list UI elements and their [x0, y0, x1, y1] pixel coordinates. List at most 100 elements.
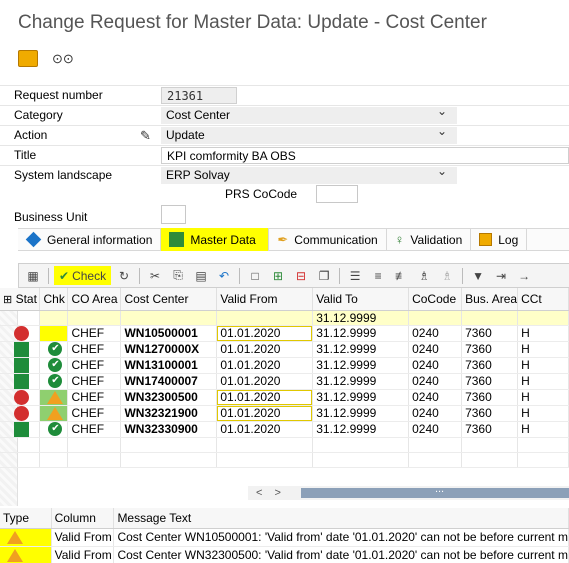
bus-area-cell[interactable]: 7360: [461, 341, 519, 358]
find-next-icon[interactable]: ♗: [437, 266, 457, 285]
find-icon[interactable]: ♗: [414, 266, 434, 285]
column-header-cocode[interactable]: CoCode: [408, 288, 463, 311]
valid-to-cell[interactable]: 31.12.9999: [312, 389, 410, 406]
message-row[interactable]: Valid From Cost Center WN10500001: 'Valid…: [0, 528, 569, 547]
msg-header-column[interactable]: Column: [51, 508, 115, 529]
table-row[interactable]: ✔ CHEF WN1270000X 01.01.2020 31.12.9999 0240 7…: [0, 341, 569, 358]
bus-area-cell[interactable]: 7360: [461, 357, 519, 374]
valid-from-cell[interactable]: 01.01.2020: [216, 389, 314, 406]
check-button[interactable]: ✔ Check: [54, 266, 112, 285]
column-header-valid-to[interactable]: Valid To: [312, 288, 410, 311]
column-header-bus-area[interactable]: Bus. Area: [461, 288, 519, 311]
msg-header-type[interactable]: Type: [0, 508, 52, 529]
table-row[interactable]: CHEF WN10500001 01.01.2020 31.12.9999 0240 73…: [0, 325, 569, 342]
insert-row-icon[interactable]: □: [245, 266, 265, 285]
tab-communication[interactable]: ✒ Communication: [269, 228, 387, 251]
column-header-co-area[interactable]: CO Area: [67, 288, 122, 311]
prs-cocode-field[interactable]: [316, 185, 358, 203]
delete-row-icon[interactable]: ⊟: [291, 266, 311, 285]
paste-icon[interactable]: ▤: [191, 266, 211, 285]
title-field[interactable]: KPI comformity BA OBS: [161, 147, 569, 164]
pencil-icon[interactable]: ✎: [140, 128, 151, 144]
business-unit-field[interactable]: [161, 205, 186, 224]
valid-from-cell[interactable]: 01.01.2020: [216, 341, 314, 358]
bus-area-cell[interactable]: 7360: [461, 373, 519, 390]
table-row[interactable]: CHEF WN32300500 01.01.2020 31.12.9999 0240 73…: [0, 389, 569, 406]
valid-from-cell[interactable]: 01.01.2020: [216, 325, 314, 342]
valid-to-cell[interactable]: 31.12.9999: [312, 421, 410, 438]
cost-center-cell[interactable]: WN32300500: [120, 389, 218, 406]
valid-from-cell[interactable]: 01.01.2020: [216, 357, 314, 374]
export-icon[interactable]: ⇥: [491, 266, 511, 285]
cct-cell[interactable]: H: [517, 389, 569, 406]
co-area-cell[interactable]: CHEF: [67, 373, 122, 390]
cocode-cell[interactable]: 0240: [408, 421, 463, 438]
column-header-cct[interactable]: CCt: [517, 288, 569, 311]
valid-from-cell[interactable]: 01.01.2020: [216, 421, 314, 438]
select-all-icon[interactable]: ⊞: [3, 294, 12, 306]
column-header-chk[interactable]: Chk: [39, 288, 69, 311]
tab-log[interactable]: Log: [471, 228, 528, 251]
append-row-icon[interactable]: ⊞: [268, 266, 288, 285]
cct-cell[interactable]: H: [517, 357, 569, 374]
valid-to-cell[interactable]: 31.12.9999: [312, 357, 410, 374]
table-row[interactable]: ✔ CHEF WN32330900 01.01.2020 31.12.9999 0240 7…: [0, 421, 569, 438]
tab-general-information[interactable]: General information: [18, 228, 162, 251]
co-area-cell[interactable]: CHEF: [67, 357, 122, 374]
scroll-right-icon[interactable]: >: [274, 487, 280, 499]
system-landscape-dropdown[interactable]: ERP Solvay: [161, 164, 457, 184]
co-area-cell[interactable]: CHEF: [67, 389, 122, 406]
table-row[interactable]: ✔ CHEF WN17400007 01.01.2020 31.12.9999 0240 7…: [0, 373, 569, 390]
cut-icon[interactable]: ✂: [145, 266, 165, 285]
co-area-cell[interactable]: CHEF: [67, 421, 122, 438]
co-area-cell[interactable]: CHEF: [67, 405, 122, 422]
horizontal-scrollbar[interactable]: < > ...: [248, 483, 569, 500]
table-row[interactable]: CHEF WN32321900 01.01.2020 31.12.9999 0240 73…: [0, 405, 569, 422]
cost-center-cell[interactable]: WN32321900: [120, 405, 218, 422]
bus-area-cell[interactable]: 7360: [461, 389, 519, 406]
valid-to-cell[interactable]: 31.12.9999: [312, 341, 410, 358]
bus-area-cell[interactable]: 7360: [461, 405, 519, 422]
cost-center-cell[interactable]: WN32330900: [120, 421, 218, 438]
cost-center-cell[interactable]: WN17400007: [120, 373, 218, 390]
co-area-cell[interactable]: CHEF: [67, 325, 122, 342]
co-area-cell[interactable]: CHEF: [67, 341, 122, 358]
valid-to-cell[interactable]: 31.12.9999: [312, 373, 410, 390]
valid-to-default-cell[interactable]: 31.12.9999: [312, 310, 410, 326]
msg-header-text[interactable]: Message Text: [113, 508, 569, 529]
filter-icon[interactable]: ▼: [468, 266, 488, 285]
orange-box-icon[interactable]: [18, 50, 38, 67]
cct-cell[interactable]: H: [517, 341, 569, 358]
cct-cell[interactable]: H: [517, 325, 569, 342]
valid-to-cell[interactable]: 31.12.9999: [312, 405, 410, 422]
more-icon[interactable]: →: [514, 266, 534, 285]
bus-area-cell[interactable]: 7360: [461, 421, 519, 438]
valid-to-cell[interactable]: 31.12.9999: [312, 325, 410, 342]
tab-master-data[interactable]: Master Data: [161, 228, 270, 251]
cct-cell[interactable]: H: [517, 421, 569, 438]
cct-cell[interactable]: H: [517, 373, 569, 390]
category-dropdown[interactable]: Cost Center: [161, 104, 457, 124]
details-icon[interactable]: ☰: [345, 266, 365, 285]
cost-center-cell[interactable]: WN13100001: [120, 357, 218, 374]
cost-center-cell[interactable]: WN10500001: [120, 325, 218, 342]
column-header-cost-center[interactable]: Cost Center: [120, 288, 218, 311]
cocode-cell[interactable]: 0240: [408, 325, 463, 342]
sort-ascending-icon[interactable]: ≡: [368, 266, 388, 285]
column-header-stat[interactable]: ⊞ Stat: [0, 288, 41, 311]
copy-row-icon[interactable]: ❐: [314, 266, 334, 285]
undo-icon[interactable]: ↶: [214, 266, 234, 285]
cocode-cell[interactable]: 0240: [408, 389, 463, 406]
valid-from-cell[interactable]: 01.01.2020: [216, 405, 314, 422]
action-dropdown[interactable]: Update: [161, 124, 457, 144]
cct-cell[interactable]: H: [517, 405, 569, 422]
glasses-icon[interactable]: ⊙⊙: [52, 51, 74, 67]
bus-area-cell[interactable]: 7360: [461, 325, 519, 342]
copy-icon[interactable]: ⎘: [168, 266, 188, 285]
message-row[interactable]: Valid From Cost Center WN32300500: 'Valid…: [0, 546, 569, 563]
scroll-left-icon[interactable]: <: [256, 487, 262, 499]
layout-icon[interactable]: ▦: [23, 266, 43, 285]
cocode-cell[interactable]: 0240: [408, 405, 463, 422]
cocode-cell[interactable]: 0240: [408, 357, 463, 374]
cocode-cell[interactable]: 0240: [408, 341, 463, 358]
